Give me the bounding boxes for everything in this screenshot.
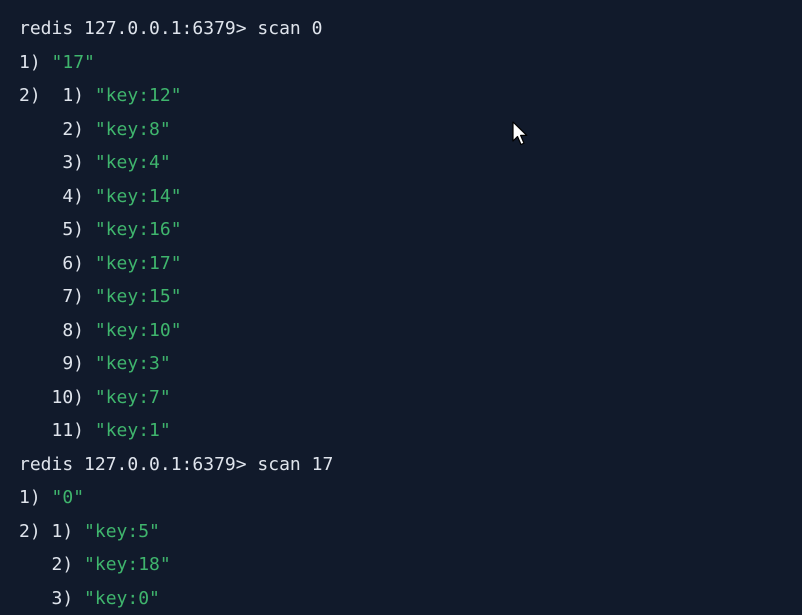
output-value: "key:15" (95, 286, 182, 307)
output-index: 8) (19, 320, 95, 341)
command-text: scan 17 (257, 454, 333, 475)
output-value: "key:1" (95, 420, 171, 441)
output-index: 2) 1) (19, 521, 84, 542)
output-value: "key:0" (84, 588, 160, 609)
prompt-text: redis 127.0.0.1:6379> (19, 454, 257, 475)
output-line: 9) "key:3" (19, 347, 802, 381)
output-line: 1) "0" (19, 481, 802, 515)
output-line: 3) "key:4" (19, 146, 802, 180)
output-index: 2) 1) (19, 85, 95, 106)
output-value: "key:3" (95, 353, 171, 374)
output-index: 11) (19, 420, 95, 441)
output-index: 1) (19, 487, 52, 508)
output-line: 2) 1) "key:12" (19, 79, 802, 113)
output-index: 10) (19, 387, 95, 408)
prompt-text: redis 127.0.0.1:6379> (19, 18, 257, 39)
output-index: 5) (19, 219, 95, 240)
output-index: 7) (19, 286, 95, 307)
output-line: 2) "key:18" (19, 548, 802, 582)
output-value: "key:10" (95, 320, 182, 341)
output-line: 5) "key:16" (19, 213, 802, 247)
output-value: "key:17" (95, 253, 182, 274)
output-index: 2) (19, 119, 95, 140)
output-value: "key:18" (84, 554, 171, 575)
output-value: "17" (52, 52, 95, 73)
output-line: 4) "key:14" (19, 180, 802, 214)
output-value: "key:4" (95, 152, 171, 173)
mouse-pointer-icon (512, 121, 530, 147)
output-index: 1) (19, 52, 52, 73)
output-index: 6) (19, 253, 95, 274)
output-line: 2) 1) "key:5" (19, 515, 802, 549)
output-value: "key:7" (95, 387, 171, 408)
output-value: "0" (52, 487, 85, 508)
command-text: scan 0 (257, 18, 322, 39)
output-line: 6) "key:17" (19, 247, 802, 281)
output-line: 1) "17" (19, 46, 802, 80)
output-index: 3) (19, 588, 84, 609)
output-value: "key:12" (95, 85, 182, 106)
output-line: 11) "key:1" (19, 414, 802, 448)
output-value: "key:8" (95, 119, 171, 140)
output-index: 2) (19, 554, 84, 575)
prompt-line: redis 127.0.0.1:6379> scan 0 (19, 12, 802, 46)
output-line: 8) "key:10" (19, 314, 802, 348)
output-value: "key:14" (95, 186, 182, 207)
output-index: 3) (19, 152, 95, 173)
prompt-line: redis 127.0.0.1:6379> scan 17 (19, 448, 802, 482)
output-index: 9) (19, 353, 95, 374)
output-line: 3) "key:0" (19, 582, 802, 615)
output-line: 7) "key:15" (19, 280, 802, 314)
terminal-window[interactable]: redis 127.0.0.1:6379> scan 0 1) "17" 2) … (0, 0, 802, 613)
output-line: 10) "key:7" (19, 381, 802, 415)
output-value: "key:16" (95, 219, 182, 240)
output-index: 4) (19, 186, 95, 207)
output-value: "key:5" (84, 521, 160, 542)
output-line: 2) "key:8" (19, 113, 802, 147)
